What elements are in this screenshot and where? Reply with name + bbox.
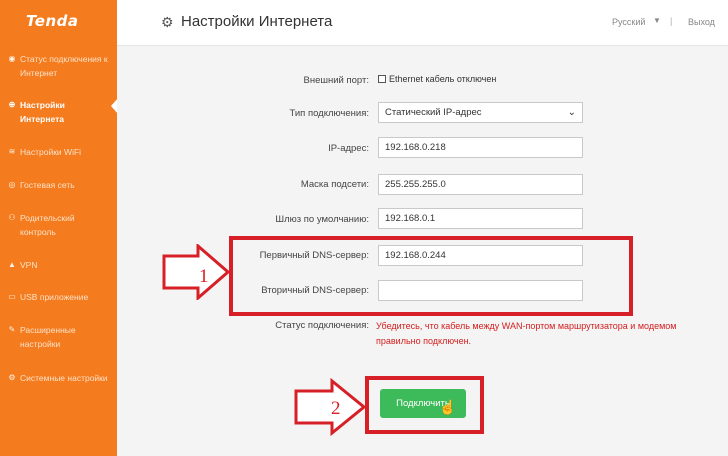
sidebar-item[interactable]: ✎ Расширенные настройки (0, 323, 117, 351)
sidebar: Tenda ◉ Статус подключения к Интернет ⊕ Нас… (0, 0, 117, 456)
wan-port-status: Ethernet кабель отключен (389, 74, 497, 84)
connect-highlight-box (365, 376, 484, 434)
sidebar-item-label: Гостевая сеть (20, 180, 75, 190)
sidebar-item-label: VPN (20, 260, 38, 270)
logout-link[interactable]: Выход (688, 17, 715, 27)
subnet-mask-input[interactable]: 255.255.255.0 (378, 174, 583, 195)
chevron-down-icon: ⌄ (567, 107, 576, 118)
step-two-number: 2 (331, 398, 341, 419)
sidebar-item-label: Настройки WiFi (20, 147, 82, 157)
globe-icon: ⊕ (8, 100, 16, 109)
sidebar-item[interactable]: ⚙ Системные настройки (0, 371, 117, 385)
sidebar-item[interactable]: ≋ Настройки WiFi (0, 145, 117, 159)
chevron-down-icon[interactable]: ▼ (653, 16, 661, 25)
sidebar-item-label: Системные настройки (20, 373, 108, 383)
sidebar-item[interactable]: ◎ Гостевая сеть (0, 178, 117, 192)
gateway-label: Шлюз по умолчанию: (275, 214, 369, 225)
ip-address-label: IP-адрес: (328, 143, 369, 154)
sidebar-item-label: USB приложение (20, 292, 89, 302)
sidebar-item[interactable]: ▲ VPN (0, 258, 117, 272)
wifi-icon: ≋ (8, 147, 16, 156)
system-icon: ⚙ (8, 373, 16, 382)
sidebar-item-label: Расширенные настройки (20, 325, 76, 349)
connection-status-message: Убедитесь, что кабель между WAN-портом м… (376, 321, 677, 346)
connection-type-select[interactable]: Статический IP-адрес ⌄ (378, 102, 583, 123)
arrow-right-icon (294, 378, 367, 436)
sidebar-item[interactable]: ▭ USB приложение (0, 290, 117, 304)
subnet-mask-label: Маска подсети: (300, 179, 369, 190)
ip-address-input[interactable]: 192.168.0.218 (378, 137, 583, 158)
sidebar-item-label: Настройки Интернета (20, 100, 65, 124)
usb-icon: ▭ (8, 292, 16, 301)
gateway-input[interactable]: 192.168.0.1 (378, 208, 583, 229)
connection-type-label: Тип подключения: (289, 108, 369, 119)
page-title: Настройки Интернета (181, 13, 333, 30)
guest-icon: ◎ (8, 180, 16, 189)
sidebar-item-label: Статус подключения к Интернет (20, 54, 108, 78)
sidebar-item[interactable]: ◉ Статус подключения к Интернет (0, 52, 117, 80)
connection-status-label: Статус подключения: (275, 320, 369, 331)
tenda-logo: Tenda (26, 12, 79, 30)
parental-icon: ⚇ (8, 213, 16, 222)
advanced-icon: ✎ (8, 325, 16, 334)
header: ⚙ Настройки Интернета Русский ▼ | Выход (117, 0, 728, 46)
sidebar-item[interactable]: ⊕ Настройки Интернета (0, 98, 117, 126)
language-select[interactable]: Русский (612, 17, 645, 27)
sidebar-item[interactable]: ⚇ Родительский контроль (0, 211, 117, 239)
vpn-icon: ▲ (8, 260, 16, 269)
wan-port-checkbox[interactable] (378, 75, 386, 83)
dns-highlight-box (229, 236, 633, 316)
settings-gear-icon: ⚙ (161, 14, 174, 30)
header-separator: | (670, 16, 673, 26)
wan-port-label: Внешний порт: (303, 75, 369, 86)
status-icon: ◉ (8, 54, 16, 63)
connection-type-value: Статический IP-адрес (385, 107, 482, 118)
step-one-number: 1 (199, 266, 209, 287)
arrow-right-icon (162, 244, 231, 300)
sidebar-item-label: Родительский контроль (20, 213, 75, 237)
